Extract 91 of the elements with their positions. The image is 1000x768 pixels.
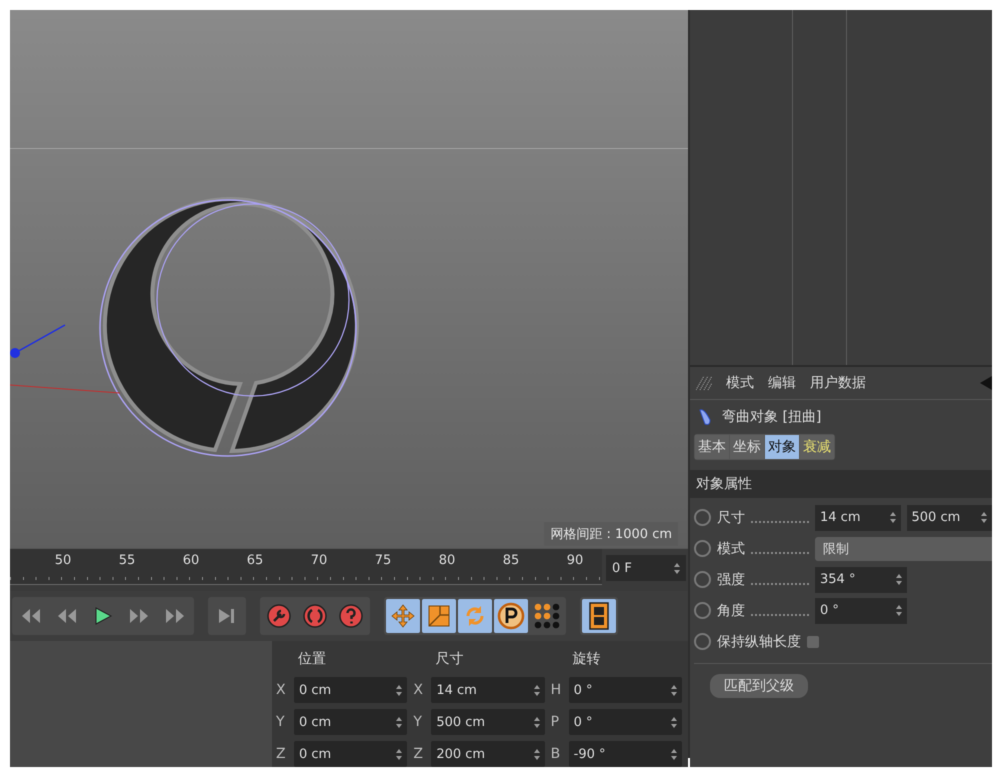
tab[interactable]: 对象: [765, 435, 799, 459]
frame-number: 65: [246, 552, 264, 570]
film-icon: [589, 602, 609, 630]
frame-number: 50: [54, 552, 72, 570]
checkbox[interactable]: [807, 636, 819, 648]
menu-item[interactable]: 模式: [726, 374, 754, 392]
spinner-icon[interactable]: [534, 684, 540, 696]
animation-radio[interactable]: [694, 602, 711, 619]
value-field[interactable]: 200 cm: [431, 741, 545, 767]
rewind-icon: [20, 607, 42, 625]
frame-number: 55: [118, 552, 136, 570]
spinner-icon[interactable]: [670, 684, 677, 696]
number-field[interactable]: 500 cm: [906, 504, 992, 530]
frame-field[interactable]: 0 F: [606, 555, 686, 581]
frame-number: 75: [374, 552, 392, 570]
fast-forward-icon: [164, 607, 186, 625]
axis-label: Z: [413, 746, 424, 762]
toolbar-button[interactable]: [582, 599, 616, 633]
frame-number: 90: [566, 552, 584, 570]
timeline-ruler[interactable]: 50 55 60 65 70 75 80 85 90: [10, 549, 602, 585]
axis-label: P: [550, 714, 560, 730]
wrench-icon: [267, 604, 291, 628]
spinner-icon[interactable]: [896, 574, 902, 585]
animation-radio[interactable]: [694, 540, 711, 557]
rewind-icon: [56, 607, 78, 625]
bend-deformer-icon: [698, 408, 712, 426]
scale-icon: [427, 604, 451, 628]
value-field[interactable]: 0 cm: [294, 709, 408, 735]
spinner-icon[interactable]: [534, 748, 540, 760]
animation-radio[interactable]: [694, 571, 711, 588]
dots-grid-icon: [534, 603, 560, 629]
tab[interactable]: 基本: [695, 435, 729, 459]
value-field[interactable]: 0 cm: [294, 741, 408, 767]
play-icon: [93, 606, 113, 626]
help-icon: [339, 604, 363, 628]
value-field[interactable]: -90 °: [568, 741, 682, 767]
property-label: 强度: [717, 570, 745, 588]
spinner-icon[interactable]: [670, 716, 677, 728]
parameter-icon: [497, 602, 525, 630]
menu-item[interactable]: 编辑: [768, 374, 796, 392]
animation-radio[interactable]: [694, 633, 711, 650]
axis-label: Z: [276, 746, 287, 762]
value-field[interactable]: 0 °: [568, 709, 682, 735]
move-icon: [390, 603, 416, 629]
frame-number: 60: [182, 552, 200, 570]
spinner-icon[interactable]: [674, 562, 680, 574]
column-header: 位置: [297, 650, 327, 669]
spinner-icon[interactable]: [396, 716, 402, 728]
tab[interactable]: 衰减: [800, 435, 834, 459]
object-title: 弯曲对象 [扭曲]: [722, 408, 822, 426]
axis-label: X: [413, 682, 424, 698]
skip-end-icon: [217, 607, 237, 625]
animation-radio[interactable]: [694, 509, 711, 526]
spinner-icon[interactable]: [981, 512, 987, 523]
spinner-icon[interactable]: [890, 512, 896, 523]
axis-label: Y: [413, 714, 423, 730]
grip-icon: [696, 376, 712, 390]
value-field[interactable]: 0 cm: [294, 677, 408, 703]
match-parent-button[interactable]: 匹配到父级: [710, 674, 808, 698]
property-label: 保持纵轴长度: [717, 632, 801, 650]
refresh-icon: [303, 604, 327, 628]
menu-item[interactable]: 用户数据: [810, 374, 866, 392]
grid-spacing-label: 网格间距 : 1000 cm: [544, 522, 678, 546]
column-header: 旋转: [572, 650, 602, 669]
axis-label: X: [276, 682, 287, 698]
axis-label: Y: [276, 714, 286, 730]
property-label: 角度: [717, 602, 745, 620]
axis-label: B: [550, 746, 562, 762]
frame-number: 70: [310, 552, 328, 570]
spinner-icon[interactable]: [396, 684, 402, 696]
number-field[interactable]: 0 °: [815, 598, 907, 624]
tab[interactable]: 坐标: [730, 435, 764, 459]
mode-dropdown[interactable]: 限制: [815, 536, 992, 560]
frame-number: 85: [502, 552, 520, 570]
toolbar-button[interactable]: [494, 599, 528, 633]
column-header: 尺寸: [434, 650, 464, 669]
value-field[interactable]: 500 cm: [431, 709, 545, 735]
spinner-icon[interactable]: [896, 605, 902, 616]
axis-label: H: [550, 682, 562, 698]
spinner-icon[interactable]: [396, 748, 402, 760]
value-field[interactable]: 14 cm: [431, 677, 545, 703]
value-field[interactable]: 0 °: [568, 677, 682, 703]
number-field[interactable]: 354 °: [815, 566, 907, 592]
section-header: 对象属性: [690, 470, 992, 498]
property-label: 模式: [717, 540, 745, 558]
property-label: 尺寸: [717, 508, 745, 526]
spinner-icon[interactable]: [534, 716, 540, 728]
frame-number: 80: [438, 552, 456, 570]
spinner-icon[interactable]: [670, 748, 677, 760]
number-field[interactable]: 14 cm: [815, 504, 900, 530]
fast-forward-icon: [128, 607, 150, 625]
